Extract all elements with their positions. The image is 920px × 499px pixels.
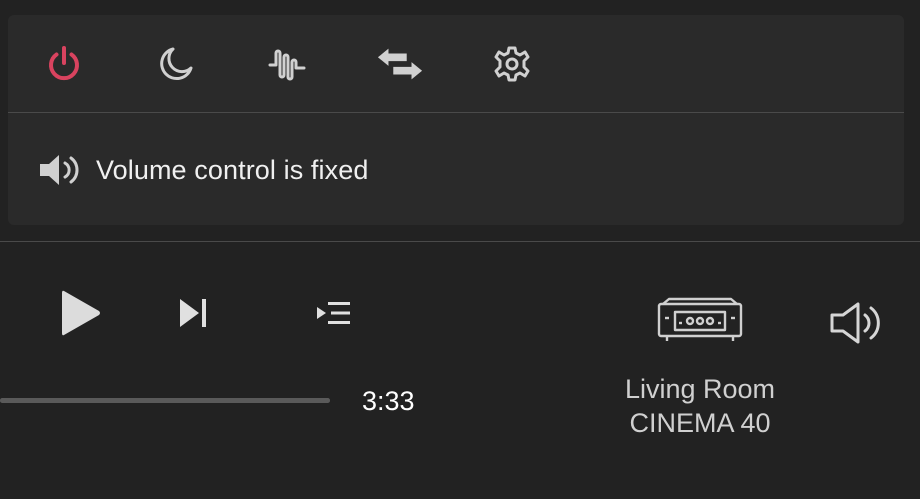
zone-info[interactable]: Living Room CINEMA 40 (600, 372, 800, 440)
gear-icon (494, 46, 530, 82)
receiver-icon (657, 297, 743, 341)
next-track-button[interactable] (172, 292, 214, 334)
settings-button[interactable] (488, 40, 536, 88)
zone-room-name: Living Room (624, 374, 776, 404)
skip-next-icon (180, 299, 206, 327)
power-button[interactable] (40, 40, 88, 88)
volume-button[interactable] (826, 298, 892, 348)
icon-toolbar (8, 15, 904, 112)
speaker-icon (40, 155, 79, 185)
track-time: 3:33 (362, 386, 415, 416)
queue-button[interactable] (310, 296, 356, 330)
play-icon (62, 290, 100, 336)
sleep-timer-button[interactable] (152, 40, 200, 88)
play-button[interactable] (54, 286, 106, 340)
progress-bar[interactable] (0, 398, 330, 403)
audio-wave-icon (268, 49, 306, 81)
sleep-moon-icon (160, 47, 193, 81)
zone-device-name: CINEMA 40 (629, 408, 771, 438)
transfer-button[interactable] (376, 40, 424, 88)
panel-divider (8, 112, 904, 113)
audio-settings-button[interactable] (264, 40, 312, 88)
volume-fixed-text: Volume control is fixed (96, 154, 369, 185)
power-icon (49, 46, 79, 81)
volume-icon (830, 302, 880, 344)
device-settings-panel: Volume control is fixed (8, 15, 904, 225)
section-divider (0, 241, 920, 242)
volume-fixed-notice: Volume control is fixed (38, 150, 368, 190)
zone-device-button[interactable] (652, 294, 748, 346)
swap-arrows-icon (377, 48, 423, 80)
progress-fill (0, 398, 330, 403)
queue-list-icon (317, 302, 350, 324)
